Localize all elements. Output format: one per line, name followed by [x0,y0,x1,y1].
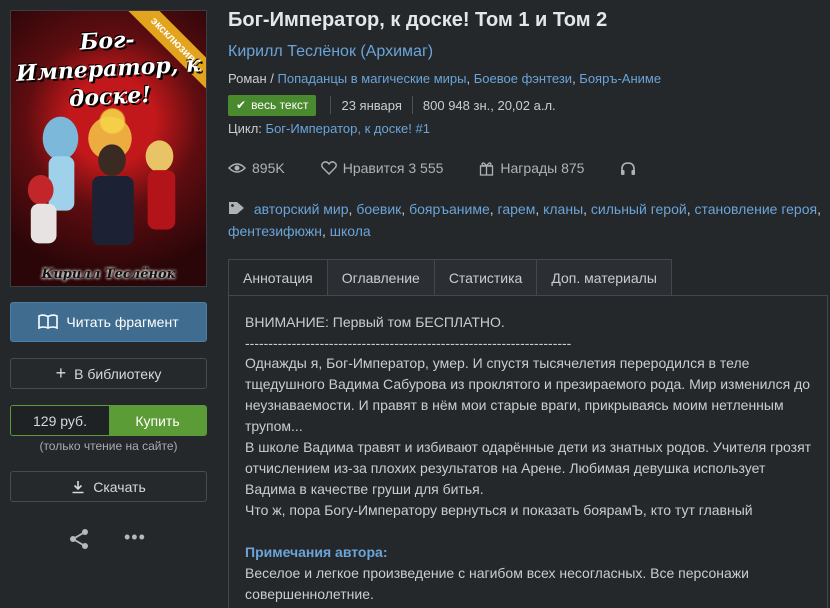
share-icon[interactable] [68,528,90,550]
purchase-row: 129 руб. Купить [10,405,207,436]
genres-line: Роман / Попаданцы в магические миры, Бое… [228,71,662,86]
awards-count: Награды 875 [500,160,585,176]
tag-link[interactable]: боевик [356,201,401,217]
plus-icon: + [55,363,67,383]
book-size: 800 948 зн., 20,02 а.л. [422,97,556,113]
divider [330,96,332,114]
genre-link[interactable]: Попаданцы в магические миры [278,71,467,86]
tag-link[interactable]: фентезифюжн [228,223,322,239]
cover-author-art: Кирилл Теслёнок [41,267,176,282]
download-label: Скачать [93,478,146,495]
add-to-library-button[interactable]: + В библиотеку [10,358,207,389]
likes-stat[interactable]: Нравится 3 555 [320,160,444,176]
headphones-icon [621,161,636,175]
views-stat: 895K [228,160,285,176]
divider [411,96,413,114]
cycle-link[interactable]: Бог-Император, к доске! #1 [266,121,430,136]
buy-button[interactable]: Купить [109,406,206,435]
read-fragment-label: Читать фрагмент [66,314,179,330]
tag-icon [229,202,244,214]
genre-link[interactable]: Боевое фэнтези [474,71,572,86]
add-to-library-label: В библиотеку [74,365,162,382]
book-title: Бог-Император, к доске! Том 1 и Том 2 [228,9,608,31]
views-count: 895K [252,160,285,176]
status-badge-label: весь текст [251,98,309,112]
annotation-text: ВНИМАНИЕ: Первый том БЕСПЛАТНО. --------… [245,312,817,605]
stats-row: 895K Нравится 3 555 Награды 875 [228,158,672,178]
book-icon [38,314,59,330]
tag-link[interactable]: школа [330,223,371,239]
cycle-line: Цикл: Бог-Император, к доске! #1 [228,121,430,136]
content-tabs: Аннотация Оглавление Статистика Доп. мат… [228,259,672,296]
cycle-label: Цикл: [228,121,266,136]
author-link[interactable]: Кирилл Теслёнок (Архимаг) [228,43,433,61]
gift-icon [480,161,494,176]
heart-icon [320,161,337,175]
tag-link[interactable]: становление героя [694,201,817,217]
eye-icon [228,163,246,173]
tag-link[interactable]: сильный герой [591,201,687,217]
publish-date: 23 января [341,97,402,113]
more-options-icon[interactable]: ••• [124,527,146,548]
genre-prefix: Роман / [228,71,278,86]
status-badge: ✔ весь текст [228,94,317,116]
annotation-warning: ВНИМАНИЕ: Первый том БЕСПЛАТНО. [245,314,505,330]
download-button[interactable]: Скачать [10,471,207,502]
book-cover[interactable]: эксклюзив Бог-Император, к доске! Кирилл… [10,10,207,287]
tab-annotation[interactable]: Аннотация [228,259,328,296]
genre-link[interactable]: Бояръ-Аниме [579,71,661,86]
tags-list: авторский мир, боевик, бояръаниме, гарем… [228,201,821,239]
audio-stat[interactable] [620,161,636,176]
cover-illustration [27,116,176,246]
tag-link[interactable]: бояръаниме [409,201,490,217]
annotation-paragraph: Что ж, пора Богу-Императору вернуться и … [245,502,753,518]
annotation-paragraph: В школе Вадима травят и избивают одарённ… [245,439,812,497]
annotation-paragraph: Однажды я, Бог-Император, умер. И спустя… [245,355,811,434]
tag-link[interactable]: авторский мир [254,201,349,217]
buy-note: (только чтение на сайте) [39,439,178,453]
read-fragment-button[interactable]: Читать фрагмент [10,302,207,342]
price-label: 129 руб. [11,406,109,435]
tag-link[interactable]: гарем [498,201,536,217]
tab-contents[interactable]: Оглавление [327,259,435,296]
awards-stat[interactable]: Награды 875 [479,160,584,176]
likes-count: Нравится 3 555 [342,160,444,176]
tab-extra-materials[interactable]: Доп. материалы [537,259,672,296]
author-notes-text: Веселое и легкое произведение с нагибом … [245,565,749,602]
tag-link[interactable]: кланы [543,201,583,217]
download-icon [72,480,84,493]
author-notes-heading: Примечания автора: [245,544,388,560]
check-icon: ✔ [236,98,247,112]
annotation-divider: ----------------------------------------… [245,335,572,351]
tab-statistics[interactable]: Статистика [434,259,538,296]
meta-row: ✔ весь текст 23 января 800 948 зн., 20,0… [228,94,556,116]
